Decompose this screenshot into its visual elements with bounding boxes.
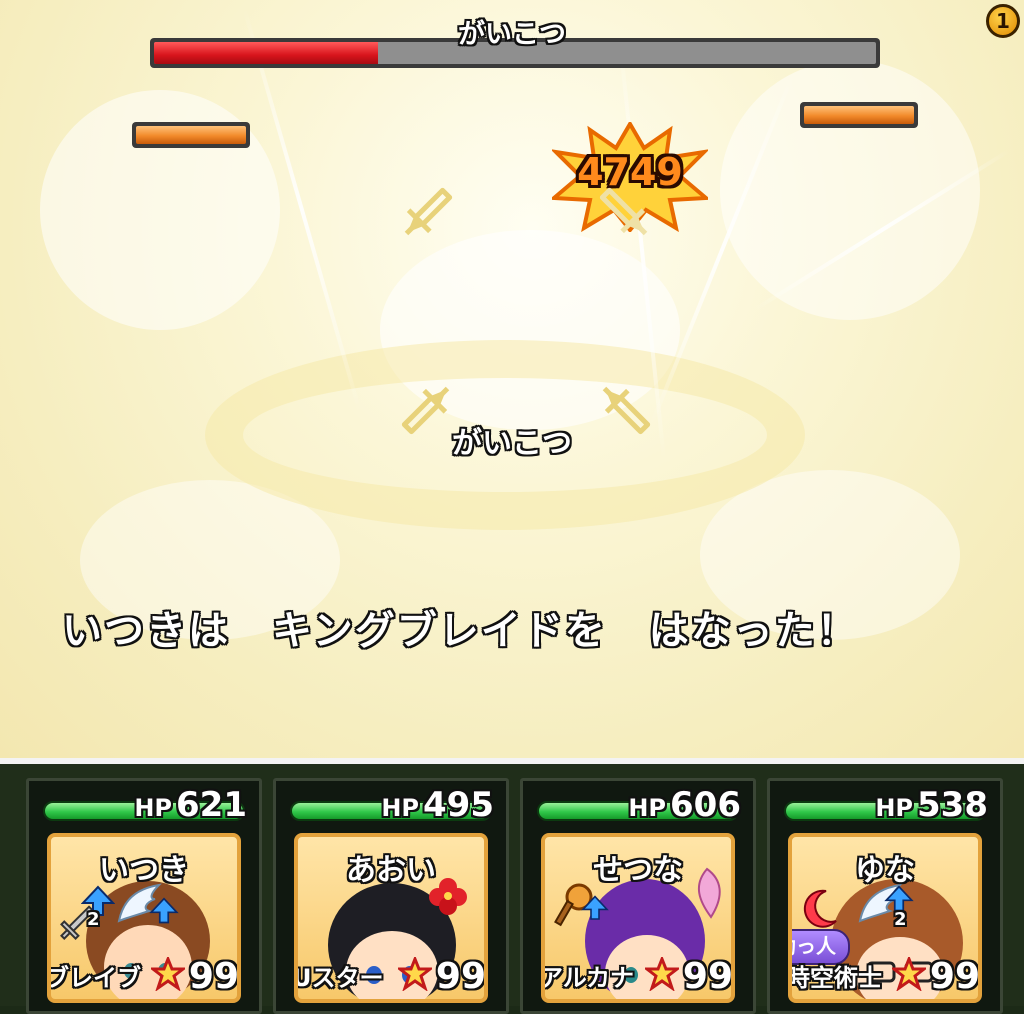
character-job: アルカナ [541, 964, 635, 992]
enemy-hp-bar [800, 102, 918, 128]
hp-row: HP 606 [531, 785, 745, 825]
hp-label: HP [381, 794, 420, 822]
party-panel: HP 621 いつき 2 ブレイブ 99 HP 495 あおい Uスター 99 … [0, 758, 1024, 1014]
enemy-hp-bar [132, 122, 250, 148]
hp-label: HP [134, 794, 173, 822]
enemy-hp-fill [136, 126, 246, 144]
hp-number: 606 [670, 785, 741, 825]
character-level: 99 [929, 956, 980, 997]
character-level: 99 [682, 956, 733, 997]
hp-row: HP 538 [778, 785, 992, 825]
star-rank-icon [892, 957, 926, 991]
character-job: ブレイブ [47, 964, 141, 992]
buff-count: 2 [894, 909, 907, 930]
party-member-card[interactable]: HP 621 いつき 2 ブレイブ 99 [26, 778, 262, 1014]
character-job: Uスター [294, 964, 384, 992]
turn-counter-badge: 1 [986, 4, 1020, 38]
hp-number: 538 [917, 785, 988, 825]
character-level: 99 [435, 956, 486, 997]
hp-number: 495 [423, 785, 494, 825]
star-rank-icon [151, 957, 185, 991]
boss-name: がいこつ [458, 19, 566, 50]
hp-value: HP 606 [628, 785, 741, 825]
hp-number: 621 [176, 785, 247, 825]
hp-value: HP 621 [134, 785, 247, 825]
hp-label: HP [628, 794, 667, 822]
star-rank-icon [398, 957, 432, 991]
hp-label: HP [875, 794, 914, 822]
character-name: せつな [593, 853, 683, 888]
battle-message: いつきは キングブレイドを はなった！ [62, 608, 859, 654]
character-name: ゆな [855, 853, 915, 888]
target-enemy-name: がいこつ [452, 426, 572, 461]
star-rank-icon [645, 957, 679, 991]
crescent-slash-icon [803, 889, 837, 928]
party-member-card[interactable]: HP 606 せつな アルカナ 99 [520, 778, 756, 1014]
buff-count: 2 [87, 909, 100, 930]
hp-row: HP 495 [284, 785, 498, 825]
hp-value: HP 495 [381, 785, 494, 825]
party-member-card[interactable]: HP 495 あおい Uスター 99 [273, 778, 509, 1014]
defense-up-arrow-icon [149, 897, 179, 924]
enemy-hp-fill [804, 106, 914, 124]
character-portrait: せつな アルカナ 99 [541, 833, 735, 1003]
character-level: 99 [188, 956, 239, 997]
character-portrait: あおい Uスター 99 [294, 833, 488, 1003]
character-portrait: 2 ゆな 助っ人 時空術士 99 [788, 833, 982, 1003]
hp-row: HP 621 [37, 785, 251, 825]
party-member-card[interactable]: HP538 2 ゆな 助っ人 時空術士 [767, 778, 1003, 1014]
sword-icon [404, 187, 453, 236]
character-portrait: いつき 2 ブレイブ 99 [47, 833, 241, 1003]
hp-value: HP 538 [875, 785, 988, 825]
battle-scene: がいこつ 1 4749 がいこつ いつきは キングブレイドを はなった！ [0, 0, 1024, 758]
magic-up-arrow-icon [581, 895, 609, 920]
character-job: 時空術士 [788, 964, 882, 992]
sword-icon [599, 187, 648, 236]
character-name: あおい [346, 853, 436, 888]
